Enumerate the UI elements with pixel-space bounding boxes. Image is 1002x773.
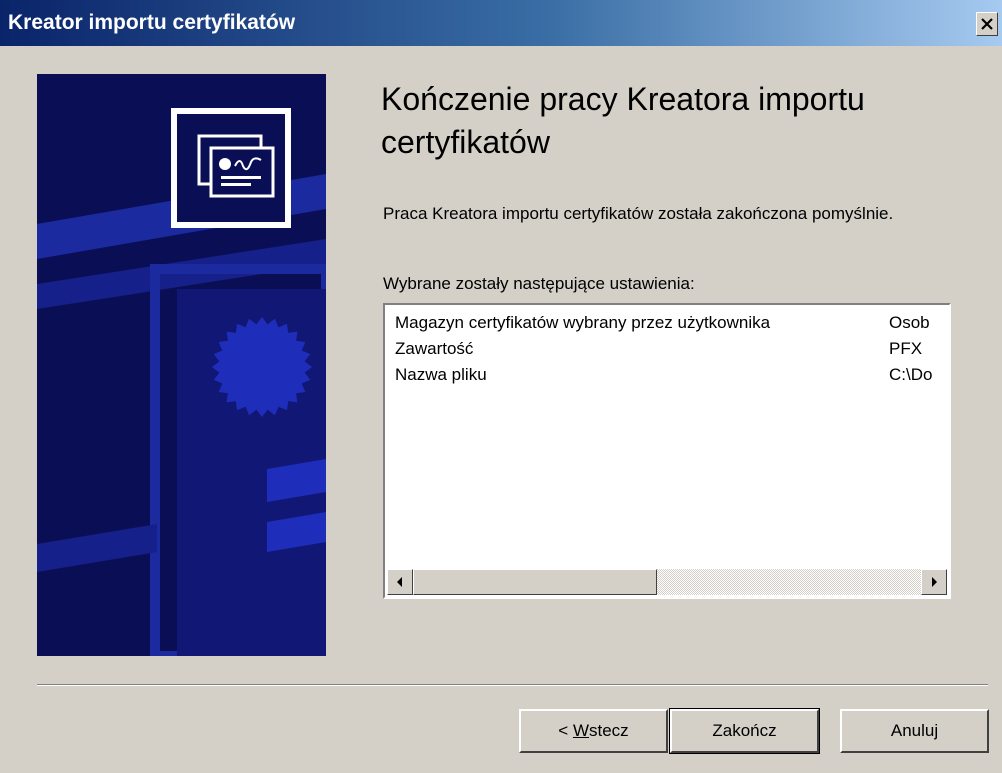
- setting-value: PFX: [889, 339, 923, 358]
- list-item[interactable]: Nazwa pliku C:\Do: [395, 365, 949, 391]
- back-button-prefix: <: [558, 721, 573, 740]
- setting-value: C:\Do: [889, 365, 933, 384]
- scroll-left-button[interactable]: [387, 569, 413, 595]
- cancel-button-label: Anuluj: [890, 721, 939, 740]
- seal-icon: [212, 317, 312, 417]
- certificate-icon: [177, 114, 285, 222]
- title-bar: Kreator importu certyfikatów: [0, 0, 1002, 46]
- close-icon: [981, 18, 993, 30]
- horizontal-scrollbar[interactable]: [387, 569, 947, 595]
- window-title: Kreator importu certyfikatów: [8, 11, 296, 34]
- settings-label: Wybrane zostały następujące ustawienia:: [383, 274, 695, 293]
- finish-button-label: Zakończ: [712, 721, 777, 740]
- back-button-mnemonic: W: [572, 721, 589, 740]
- close-button[interactable]: [976, 12, 998, 36]
- cancel-button[interactable]: Anuluj: [840, 709, 989, 753]
- scroll-right-icon: [932, 577, 937, 587]
- list-item[interactable]: Zawartość PFX: [395, 339, 949, 365]
- setting-value: Osob: [889, 313, 930, 332]
- wizard-banner-image: [37, 74, 326, 656]
- back-button[interactable]: < Wstecz: [519, 709, 668, 753]
- certificate-icon-frame: [171, 108, 291, 228]
- separator: [37, 684, 988, 686]
- back-button-label: stecz: [589, 721, 629, 740]
- finish-button[interactable]: Zakończ: [669, 708, 820, 754]
- scrollbar-thumb[interactable]: [413, 569, 657, 595]
- setting-name: Magazyn certyfikatów wybrany przez użytk…: [395, 313, 771, 332]
- settings-list[interactable]: Magazyn certyfikatów wybrany przez użytk…: [383, 303, 951, 599]
- setting-name: Zawartość: [395, 339, 474, 358]
- scroll-right-button[interactable]: [921, 569, 947, 595]
- setting-name: Nazwa pliku: [395, 365, 487, 384]
- page-title: Kończenie pracy Kreatora importu certyfi…: [381, 81, 865, 160]
- list-item[interactable]: Magazyn certyfikatów wybrany przez użytk…: [395, 313, 949, 339]
- completion-message: Praca Kreatora importu certyfikatów zost…: [383, 204, 894, 223]
- scroll-left-icon: [397, 577, 402, 587]
